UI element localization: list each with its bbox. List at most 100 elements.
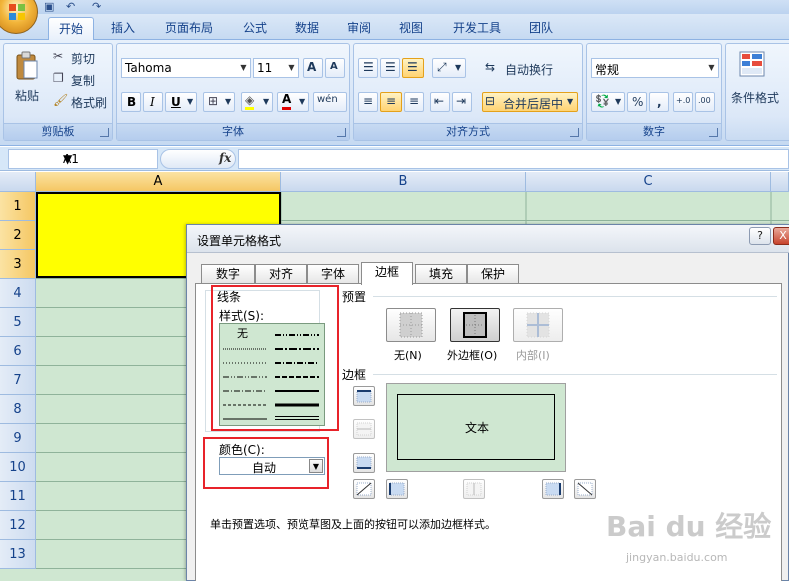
paste-button[interactable]: 粘贴: [8, 48, 44, 122]
clipboard-launcher-icon[interactable]: [100, 128, 109, 137]
row-header-1[interactable]: 1: [0, 192, 36, 221]
align-right-button[interactable]: ≡: [404, 92, 424, 112]
tab-alignment[interactable]: 对齐: [255, 264, 307, 284]
italic-button[interactable]: I: [143, 92, 163, 112]
row-header-5[interactable]: 5: [0, 308, 36, 337]
preset-outline-button[interactable]: [450, 308, 500, 342]
chevron-down-icon[interactable]: ▼: [63, 152, 155, 166]
border-inside-vertical-button[interactable]: [463, 479, 485, 499]
tab-formulas[interactable]: 公式: [232, 17, 278, 40]
number-format-select[interactable]: 常规 ▼: [591, 58, 719, 78]
tab-review[interactable]: 审阅: [336, 17, 382, 40]
alignment-launcher-icon[interactable]: [570, 128, 579, 137]
align-center-button[interactable]: ≡: [380, 92, 402, 112]
decrease-decimal-button[interactable]: .00: [695, 92, 715, 112]
select-all-corner[interactable]: [0, 172, 36, 192]
help-button[interactable]: ?: [749, 227, 771, 245]
tab-data[interactable]: 数据: [284, 17, 330, 40]
undo-icon[interactable]: ↶: [66, 0, 75, 13]
tab-home[interactable]: 开始: [48, 17, 94, 40]
border-inside-horizontal-button[interactable]: [353, 419, 375, 439]
tab-fill[interactable]: 填充: [415, 264, 467, 284]
tab-insert[interactable]: 插入: [100, 17, 146, 40]
tab-protection[interactable]: 保护: [467, 264, 519, 284]
conditional-format-button[interactable]: 条件格式: [728, 48, 788, 122]
fill-color-button[interactable]: ◈ ▼: [241, 92, 273, 112]
tab-team[interactable]: 团队: [518, 17, 564, 40]
font-size-value: 11: [257, 61, 273, 75]
tab-border[interactable]: 边框: [361, 262, 413, 285]
tab-font[interactable]: 字体: [307, 264, 359, 284]
clipboard-group: 粘贴 ✂ 剪切 ❐ 复制 🖌 格式刷 剪贴板: [3, 43, 113, 141]
row-header-9[interactable]: 9: [0, 424, 36, 453]
underline-button[interactable]: U ▼: [165, 92, 197, 112]
grow-font-button[interactable]: A: [303, 58, 323, 78]
currency-button[interactable]: 💱 ▼: [591, 92, 625, 112]
number-launcher-icon[interactable]: [709, 128, 718, 137]
orientation-button[interactable]: ⤢ ▼: [432, 58, 466, 78]
comma-button[interactable]: ,: [649, 92, 669, 112]
name-box[interactable]: A1 ▼: [8, 149, 158, 169]
copy-button[interactable]: ❐ 复制: [50, 69, 110, 89]
border-left-button[interactable]: [386, 479, 408, 499]
column-header-c[interactable]: C: [526, 172, 771, 192]
row-header-8[interactable]: 8: [0, 395, 36, 424]
align-right-icon: ≡: [409, 94, 420, 108]
number-group: 常规 ▼ 💱 ▼ % , +.0 .00 数字: [586, 43, 722, 141]
tab-developer[interactable]: 开发工具: [444, 17, 510, 40]
tab-number[interactable]: 数字: [201, 264, 255, 284]
merge-center-button[interactable]: ⊟ 合并后居中 ▼: [482, 92, 578, 112]
phonetic-button[interactable]: wén: [313, 92, 347, 112]
align-top-button[interactable]: ☰: [358, 58, 378, 78]
align-left-button[interactable]: ≡: [358, 92, 378, 112]
border-diagonal-up-button[interactable]: [353, 479, 375, 499]
border-bottom-button[interactable]: [353, 453, 375, 473]
close-button[interactable]: X: [773, 227, 789, 245]
tab-page-layout[interactable]: 页面布局: [156, 17, 222, 40]
row-header-10[interactable]: 10: [0, 453, 36, 482]
row-header-11[interactable]: 11: [0, 482, 36, 511]
font-color-button[interactable]: A ▼: [277, 92, 309, 112]
increase-indent-button[interactable]: ⇥: [452, 92, 472, 112]
increase-decimal-button[interactable]: +.0: [673, 92, 693, 112]
row-header-12[interactable]: 12: [0, 511, 36, 540]
bold-button[interactable]: B: [121, 92, 141, 112]
row-header-3[interactable]: 3: [0, 250, 36, 279]
preset-none-button[interactable]: [386, 308, 436, 342]
shrink-font-button[interactable]: A: [325, 58, 345, 78]
conditional-format-icon: [739, 51, 765, 77]
row-header-13[interactable]: 13: [0, 540, 36, 569]
row-header-7[interactable]: 7: [0, 366, 36, 395]
row-header-6[interactable]: 6: [0, 337, 36, 366]
column-header-a[interactable]: A: [36, 172, 281, 192]
decrease-indent-button[interactable]: ⇤: [430, 92, 450, 112]
align-left-icon: ≡: [363, 94, 374, 108]
wrap-text-button[interactable]: ⇆ 自动换行: [482, 58, 578, 78]
number-format-value: 常规: [595, 63, 620, 77]
format-painter-button[interactable]: 🖌 格式刷: [50, 91, 112, 111]
column-header-b[interactable]: B: [281, 172, 526, 192]
border-top-button[interactable]: [353, 386, 375, 406]
border-diagonal-down-button[interactable]: [574, 479, 596, 499]
redo-icon[interactable]: ↷: [92, 0, 101, 13]
borders-button[interactable]: ⊞ ▼: [203, 92, 235, 112]
column-header-d[interactable]: [771, 172, 789, 192]
chevron-down-icon: ▼: [240, 63, 247, 72]
font-family-select[interactable]: Tahoma ▼: [121, 58, 251, 78]
border-preview[interactable]: 文本: [386, 383, 566, 472]
save-icon[interactable]: ▣: [44, 0, 54, 13]
decrease-indent-icon: ⇤: [434, 94, 445, 108]
dialog-titlebar[interactable]: 设置单元格格式 ? X: [187, 225, 789, 253]
font-launcher-icon[interactable]: [337, 128, 346, 137]
tab-view[interactable]: 视图: [388, 17, 434, 40]
align-bottom-button[interactable]: ☰: [402, 58, 424, 78]
formula-input[interactable]: [238, 149, 789, 169]
cut-button[interactable]: ✂ 剪切: [50, 47, 110, 67]
align-middle-button[interactable]: ☰: [380, 58, 400, 78]
percent-button[interactable]: %: [627, 92, 647, 112]
row-header-4[interactable]: 4: [0, 279, 36, 308]
border-right-button[interactable]: [542, 479, 564, 499]
fx-icon[interactable]: fx: [219, 151, 231, 165]
row-header-2[interactable]: 2: [0, 221, 36, 250]
font-size-select[interactable]: 11 ▼: [253, 58, 299, 78]
